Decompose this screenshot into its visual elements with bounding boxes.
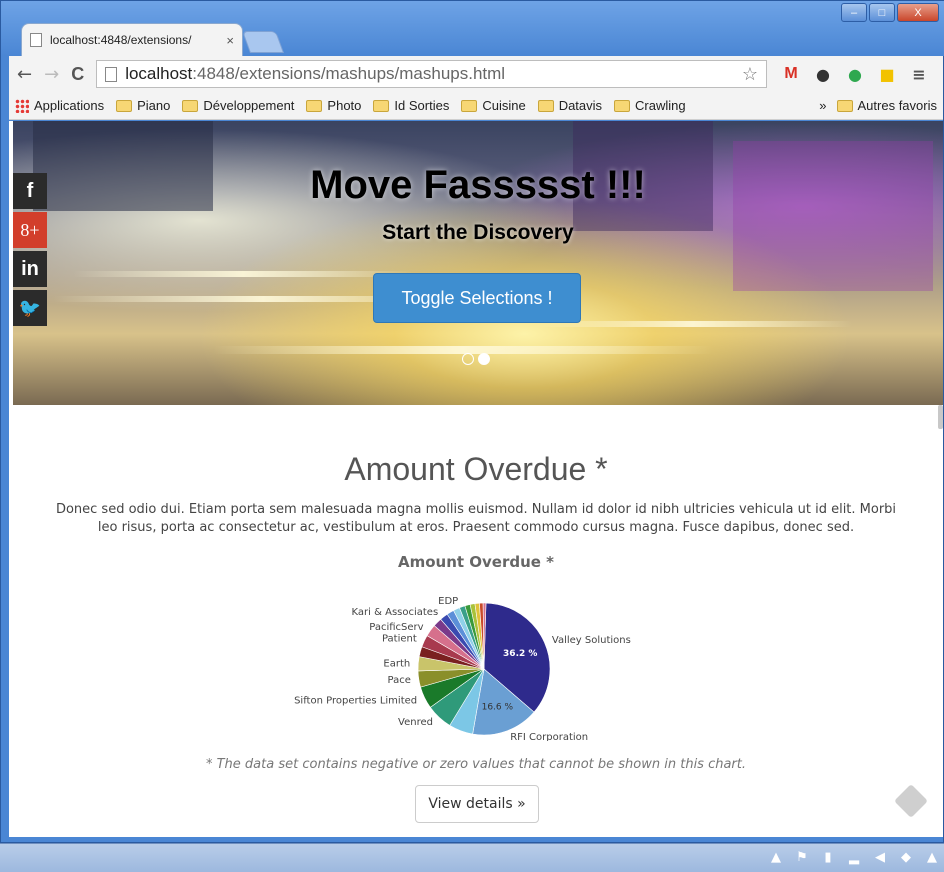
back-button[interactable]: ← bbox=[17, 64, 32, 85]
pie-slice-percent-label: 36.2 % bbox=[503, 649, 537, 659]
tag-icon[interactable] bbox=[894, 784, 928, 818]
hero-light-streak bbox=[533, 321, 853, 327]
pie-slice-label: Kari & Associates bbox=[352, 607, 439, 618]
pie-slice-label: Earth bbox=[383, 658, 410, 669]
browser-tab[interactable]: localhost:4848/extensions/ × bbox=[21, 23, 243, 56]
bookmarks-bar: Applications Piano Développement Photo I… bbox=[9, 92, 943, 120]
carousel-dot[interactable] bbox=[462, 353, 474, 365]
windows-taskbar: ▲ ⚑ ▮ ▂ ◀ ◆ ▲ bbox=[0, 843, 944, 872]
pie-slice-label: Pace bbox=[387, 675, 410, 686]
hero-title: Move Fassssst !!! bbox=[310, 163, 646, 207]
pie-slice-label: PacificServ bbox=[369, 622, 423, 633]
carousel-indicators bbox=[462, 353, 490, 365]
green-extension-icon[interactable]: ● bbox=[844, 63, 866, 85]
tab-close-icon[interactable]: × bbox=[226, 33, 234, 48]
network-icon[interactable]: ◆ bbox=[898, 849, 914, 865]
bookmark-applications[interactable]: Applications bbox=[15, 98, 104, 113]
bookmark-label: Datavis bbox=[558, 98, 603, 113]
bookmark-label: Autres favoris bbox=[857, 98, 937, 113]
bookmark-label: Id Sorties bbox=[394, 98, 450, 113]
bookmark-label: Piano bbox=[137, 98, 171, 113]
toggle-selections-button[interactable]: Toggle Selections ! bbox=[373, 273, 581, 323]
reload-button[interactable]: C bbox=[71, 64, 84, 85]
folder-icon bbox=[836, 99, 853, 112]
bookmark-folder[interactable]: Photo bbox=[306, 98, 361, 113]
title-bar: localhost:4848/extensions/ × – □ X bbox=[1, 1, 944, 56]
forward-button[interactable]: → bbox=[44, 64, 59, 85]
gmail-letter: M bbox=[784, 65, 798, 82]
url-host: localhost bbox=[125, 64, 193, 83]
bookmark-other-favorites[interactable]: Autres favoris bbox=[836, 98, 937, 113]
view-details-button[interactable]: View details » bbox=[415, 785, 539, 823]
hero-carousel: Move Fassssst !!! Start the Discovery To… bbox=[13, 121, 943, 405]
evernote-extension-icon[interactable]: ● bbox=[812, 63, 834, 85]
tab-title: localhost:4848/extensions/ bbox=[50, 33, 192, 47]
folder-icon bbox=[461, 99, 478, 112]
drive-icon[interactable]: ▲ bbox=[924, 849, 940, 865]
section-title: Amount Overdue * bbox=[344, 451, 608, 487]
page-content: Move Fassssst !!! Start the Discovery To… bbox=[9, 121, 943, 837]
bookmark-folder[interactable]: Id Sorties bbox=[373, 98, 449, 113]
pie-slice-label: Sifton Properties Limited bbox=[294, 695, 417, 706]
pie-slice-percent-label: 16.6 % bbox=[482, 702, 514, 712]
section-lead-text: Donec sed odio dui. Etiam porta sem male… bbox=[55, 502, 897, 535]
signal-icon[interactable]: ▂ bbox=[846, 849, 862, 865]
volume-muted-icon[interactable]: ◀ bbox=[872, 849, 888, 865]
pie-slice-label: EDP bbox=[438, 596, 458, 607]
bookmark-label: Applications bbox=[34, 98, 105, 113]
action-center-flag-icon[interactable]: ⚑ bbox=[794, 849, 810, 865]
url-path: :4848/extensions/mashups/mashups.html bbox=[192, 64, 506, 83]
close-window-button[interactable]: X bbox=[897, 3, 939, 22]
scrollbar-thumb[interactable] bbox=[938, 405, 943, 429]
carousel-dot-active[interactable] bbox=[478, 353, 490, 365]
battery-icon[interactable]: ▮ bbox=[820, 849, 836, 865]
maximize-button[interactable]: □ bbox=[869, 3, 895, 22]
apps-grid-icon bbox=[15, 98, 29, 113]
amount-overdue-pie-chart[interactable]: 36.2 % Valley Solutions 16.6 % RFI Corporat… bbox=[279, 591, 679, 741]
bookmark-star-icon[interactable]: ☆ bbox=[742, 64, 758, 85]
pie-slice-label: Valley Solutions bbox=[552, 635, 631, 646]
linkedin-icon[interactable]: in bbox=[13, 251, 47, 287]
hero-subtitle: Start the Discovery bbox=[382, 221, 574, 244]
pie-slice-label: RFI Corporation bbox=[510, 732, 588, 741]
chart-note: * The data set contains negative or zero… bbox=[205, 757, 747, 772]
bookmark-folder[interactable]: Développement bbox=[182, 98, 294, 113]
bookmark-label: Cuisine bbox=[482, 98, 526, 113]
gmail-extension-icon[interactable]: M bbox=[780, 63, 802, 85]
twitter-icon[interactable]: 🐦 bbox=[13, 290, 47, 326]
window-controls: – □ X bbox=[841, 3, 939, 22]
bookmark-label: Développement bbox=[203, 98, 295, 113]
pie-slice-label: Venred bbox=[398, 717, 433, 728]
new-tab-button[interactable] bbox=[241, 31, 285, 53]
chart-title: Amount Overdue * bbox=[397, 553, 555, 571]
bookmark-folder[interactable]: Crawling bbox=[614, 98, 686, 113]
yellow-extension-icon[interactable]: ■ bbox=[876, 63, 898, 85]
pie-slice-label: Patient bbox=[382, 633, 417, 644]
folder-icon bbox=[182, 99, 199, 112]
menu-icon[interactable]: ≡ bbox=[908, 63, 930, 85]
google-plus-icon[interactable]: 8+ bbox=[13, 212, 47, 248]
browser-window: localhost:4848/extensions/ × – □ X ← → C… bbox=[0, 0, 944, 843]
bookmark-label: Crawling bbox=[635, 98, 686, 113]
hero-light-streak bbox=[73, 271, 413, 277]
browser-toolbar: ← → C localhost :4848/extensions/mashups… bbox=[9, 56, 943, 92]
folder-icon bbox=[537, 99, 554, 112]
minimize-button[interactable]: – bbox=[841, 3, 867, 22]
bookmarks-overflow-button[interactable]: » bbox=[819, 98, 826, 113]
bookmark-folder[interactable]: Cuisine bbox=[461, 98, 526, 113]
bookmark-label: Photo bbox=[327, 98, 362, 113]
bookmark-folder[interactable]: Piano bbox=[116, 98, 170, 113]
page-icon bbox=[105, 66, 118, 82]
folder-icon bbox=[614, 99, 631, 112]
social-share-bar: f 8+ in 🐦 bbox=[13, 173, 47, 326]
facebook-icon[interactable]: f bbox=[13, 173, 47, 209]
bookmark-folder[interactable]: Datavis bbox=[537, 98, 603, 113]
page-icon bbox=[30, 33, 42, 47]
address-bar[interactable]: localhost :4848/extensions/mashups/mashu… bbox=[96, 60, 767, 88]
folder-icon bbox=[116, 99, 133, 112]
system-tray: ▲ ⚑ ▮ ▂ ◀ ◆ ▲ bbox=[768, 849, 940, 865]
tray-expand-icon[interactable]: ▲ bbox=[768, 849, 784, 865]
folder-icon bbox=[306, 99, 323, 112]
folder-icon bbox=[373, 99, 390, 112]
